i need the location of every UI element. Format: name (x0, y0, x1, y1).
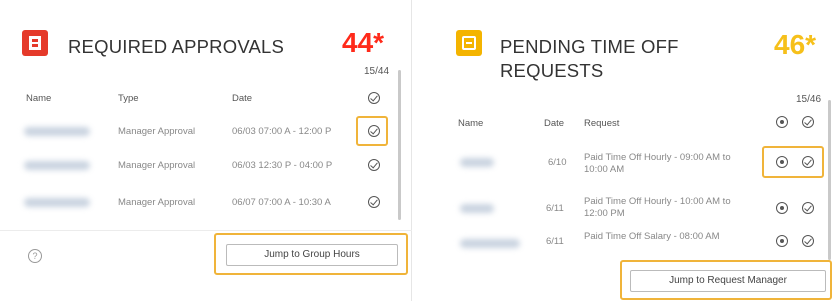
approvals-scrollbar[interactable] (398, 70, 401, 220)
row-date: 06/07 07:00 A - 10:30 A (232, 197, 331, 208)
column-header-name: Name (26, 93, 52, 104)
column-header-date: Date (232, 93, 253, 104)
employee-name-redacted (24, 198, 90, 207)
employee-name-redacted (460, 158, 494, 167)
approve-icon[interactable] (368, 196, 380, 208)
row-date: 06/03 07:00 A - 12:00 P (232, 126, 332, 137)
row-date: 06/03 12:30 P - 04:00 P (232, 160, 333, 171)
row-request: Paid Time Off Hourly - 10:00 AM to 12:00… (584, 196, 731, 219)
approve-all-icon[interactable] (368, 92, 380, 104)
column-header-name: Name (458, 118, 484, 129)
row-date: 6/10 (548, 157, 567, 168)
approve-all-icon[interactable] (802, 116, 814, 128)
time-off-pager: 15/46 (796, 94, 822, 105)
required-approvals-card: REQUIRED APPROVALS 44* 15/44 Name Type D… (0, 0, 412, 301)
required-approvals-count: 44* (342, 27, 385, 58)
pending-time-off-title-line1: PENDING TIME OFF (500, 36, 679, 57)
column-header-type: Type (118, 93, 139, 104)
pending-time-off-title-line2: REQUESTS (500, 60, 604, 81)
approvals-pager: 15/44 (364, 66, 390, 77)
time-off-icon (456, 30, 482, 56)
row-type: Manager Approval (118, 160, 196, 171)
deny-icon[interactable] (776, 235, 788, 247)
employee-name-redacted (24, 127, 90, 136)
employee-name-redacted (460, 239, 520, 248)
row-request: Paid Time Off Hourly - 09:00 AM to 10:00… (584, 152, 731, 175)
jump-to-request-manager-button[interactable]: Jump to Request Manager (630, 270, 826, 292)
help-icon[interactable]: ? (28, 249, 42, 263)
deny-icon[interactable] (776, 202, 788, 214)
row-type: Manager Approval (118, 197, 196, 208)
approvals-divider (0, 230, 412, 231)
column-header-request: Request (584, 118, 620, 129)
employee-name-redacted (460, 204, 494, 213)
deny-all-icon[interactable] (776, 116, 788, 128)
approve-icon[interactable] (802, 235, 814, 247)
row-type: Manager Approval (118, 126, 196, 137)
employee-name-redacted (24, 161, 90, 170)
pending-time-off-card: PENDING TIME OFF REQUESTS 46* 15/46 Name… (430, 0, 832, 301)
highlight-approve-deny-icons (762, 146, 824, 178)
approve-icon[interactable] (368, 159, 380, 171)
highlight-approve-icon (356, 116, 388, 146)
approve-icon[interactable] (802, 202, 814, 214)
jump-to-group-hours-button[interactable]: Jump to Group Hours (226, 244, 398, 266)
column-header-date: Date (544, 118, 565, 129)
required-approvals-title: REQUIRED APPROVALS (68, 36, 285, 57)
row-request: Paid Time Off Salary - 08:00 AM (584, 231, 720, 242)
row-date: 6/11 (546, 236, 564, 247)
pending-time-off-count: 46* (774, 29, 817, 60)
time-off-scrollbar[interactable] (828, 100, 831, 260)
approvals-icon (22, 30, 48, 56)
row-date: 6/11 (546, 203, 564, 214)
